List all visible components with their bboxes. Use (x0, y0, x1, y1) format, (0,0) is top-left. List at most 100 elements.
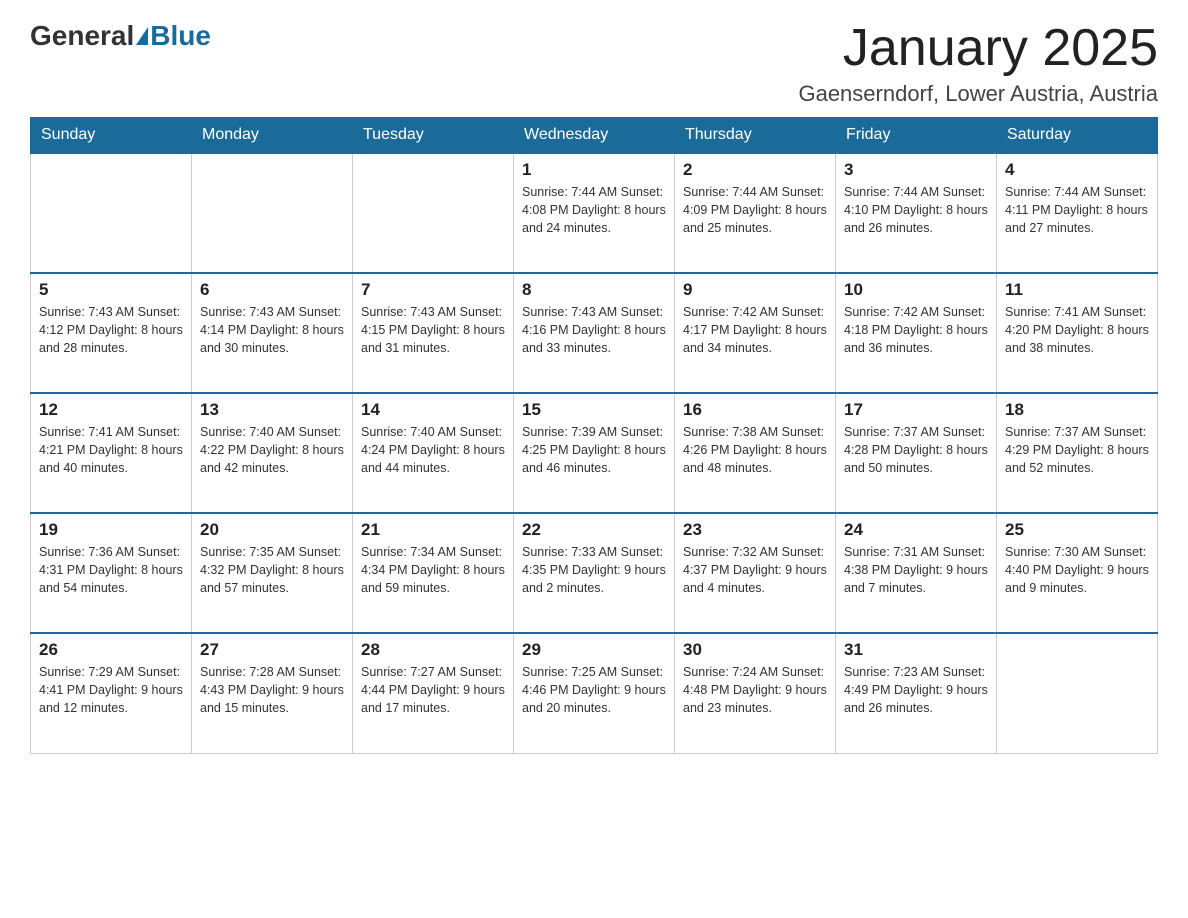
day-number: 21 (361, 520, 505, 540)
day-info: Sunrise: 7:37 AM Sunset: 4:28 PM Dayligh… (844, 423, 988, 477)
day-number: 4 (1005, 160, 1149, 180)
day-info: Sunrise: 7:33 AM Sunset: 4:35 PM Dayligh… (522, 543, 666, 597)
calendar-cell: 13 Sunrise: 7:40 AM Sunset: 4:22 PM Dayli… (192, 393, 353, 513)
day-info: Sunrise: 7:23 AM Sunset: 4:49 PM Dayligh… (844, 663, 988, 717)
calendar-week-row: 19 Sunrise: 7:36 AM Sunset: 4:31 PM Dayli… (31, 513, 1158, 633)
day-info: Sunrise: 7:42 AM Sunset: 4:17 PM Dayligh… (683, 303, 827, 357)
calendar-week-row: 26 Sunrise: 7:29 AM Sunset: 4:41 PM Dayli… (31, 633, 1158, 753)
calendar-cell: 4 Sunrise: 7:44 AM Sunset: 4:11 PM Daylig… (997, 153, 1158, 273)
day-info: Sunrise: 7:27 AM Sunset: 4:44 PM Dayligh… (361, 663, 505, 717)
day-number: 19 (39, 520, 183, 540)
calendar-header-row: SundayMondayTuesdayWednesdayThursdayFrid… (31, 118, 1158, 154)
day-info: Sunrise: 7:40 AM Sunset: 4:22 PM Dayligh… (200, 423, 344, 477)
calendar-cell: 23Sunrise: 7:32 AM Sunset: 4:37 PM Dayli… (675, 513, 836, 633)
day-info: Sunrise: 7:41 AM Sunset: 4:21 PM Dayligh… (39, 423, 183, 477)
calendar-cell: 15 Sunrise: 7:39 AM Sunset: 4:25 PM Dayli… (514, 393, 675, 513)
calendar-cell: 3 Sunrise: 7:44 AM Sunset: 4:10 PM Daylig… (836, 153, 997, 273)
logo-general-text: General (30, 20, 134, 52)
day-of-week-header: Tuesday (353, 118, 514, 154)
calendar-cell: 29Sunrise: 7:25 AM Sunset: 4:46 PM Dayli… (514, 633, 675, 753)
month-title: January 2025 (798, 20, 1158, 77)
day-number: 18 (1005, 400, 1149, 420)
day-number: 25 (1005, 520, 1149, 540)
calendar-cell: 28 Sunrise: 7:27 AM Sunset: 4:44 PM Dayli… (353, 633, 514, 753)
calendar-cell: 18 Sunrise: 7:37 AM Sunset: 4:29 PM Dayli… (997, 393, 1158, 513)
day-of-week-header: Thursday (675, 118, 836, 154)
day-info: Sunrise: 7:43 AM Sunset: 4:14 PM Dayligh… (200, 303, 344, 357)
day-number: 6 (200, 280, 344, 300)
day-info: Sunrise: 7:38 AM Sunset: 4:26 PM Dayligh… (683, 423, 827, 477)
calendar-cell (997, 633, 1158, 753)
calendar-cell: 11Sunrise: 7:41 AM Sunset: 4:20 PM Dayli… (997, 273, 1158, 393)
calendar-week-row: 1 Sunrise: 7:44 AM Sunset: 4:08 PM Daylig… (31, 153, 1158, 273)
day-number: 27 (200, 640, 344, 660)
calendar-cell (192, 153, 353, 273)
calendar-cell: 30 Sunrise: 7:24 AM Sunset: 4:48 PM Dayli… (675, 633, 836, 753)
day-info: Sunrise: 7:44 AM Sunset: 4:10 PM Dayligh… (844, 183, 988, 237)
day-number: 28 (361, 640, 505, 660)
day-info: Sunrise: 7:39 AM Sunset: 4:25 PM Dayligh… (522, 423, 666, 477)
calendar-cell: 1 Sunrise: 7:44 AM Sunset: 4:08 PM Daylig… (514, 153, 675, 273)
calendar-cell: 17Sunrise: 7:37 AM Sunset: 4:28 PM Dayli… (836, 393, 997, 513)
calendar-cell: 9 Sunrise: 7:42 AM Sunset: 4:17 PM Daylig… (675, 273, 836, 393)
day-number: 30 (683, 640, 827, 660)
calendar-cell: 16 Sunrise: 7:38 AM Sunset: 4:26 PM Dayli… (675, 393, 836, 513)
day-number: 12 (39, 400, 183, 420)
day-info: Sunrise: 7:34 AM Sunset: 4:34 PM Dayligh… (361, 543, 505, 597)
calendar-cell: 5 Sunrise: 7:43 AM Sunset: 4:12 PM Daylig… (31, 273, 192, 393)
day-number: 5 (39, 280, 183, 300)
calendar-cell (353, 153, 514, 273)
calendar-cell: 10 Sunrise: 7:42 AM Sunset: 4:18 PM Dayli… (836, 273, 997, 393)
calendar-cell: 27Sunrise: 7:28 AM Sunset: 4:43 PM Dayli… (192, 633, 353, 753)
day-number: 13 (200, 400, 344, 420)
calendar-table: SundayMondayTuesdayWednesdayThursdayFrid… (30, 117, 1158, 754)
calendar-cell: 25 Sunrise: 7:30 AM Sunset: 4:40 PM Dayli… (997, 513, 1158, 633)
calendar-cell: 14Sunrise: 7:40 AM Sunset: 4:24 PM Dayli… (353, 393, 514, 513)
day-info: Sunrise: 7:37 AM Sunset: 4:29 PM Dayligh… (1005, 423, 1149, 477)
day-info: Sunrise: 7:30 AM Sunset: 4:40 PM Dayligh… (1005, 543, 1149, 597)
calendar-cell (31, 153, 192, 273)
day-number: 9 (683, 280, 827, 300)
day-number: 10 (844, 280, 988, 300)
location-subtitle: Gaenserndorf, Lower Austria, Austria (798, 81, 1158, 107)
day-of-week-header: Sunday (31, 118, 192, 154)
day-number: 1 (522, 160, 666, 180)
calendar-cell: 31 Sunrise: 7:23 AM Sunset: 4:49 PM Dayli… (836, 633, 997, 753)
calendar-cell: 21 Sunrise: 7:34 AM Sunset: 4:34 PM Dayli… (353, 513, 514, 633)
day-info: Sunrise: 7:44 AM Sunset: 4:08 PM Dayligh… (522, 183, 666, 237)
calendar-cell: 7 Sunrise: 7:43 AM Sunset: 4:15 PM Daylig… (353, 273, 514, 393)
day-info: Sunrise: 7:44 AM Sunset: 4:11 PM Dayligh… (1005, 183, 1149, 237)
day-number: 26 (39, 640, 183, 660)
day-number: 3 (844, 160, 988, 180)
day-number: 29 (522, 640, 666, 660)
logo: General Blue (30, 20, 211, 52)
day-number: 7 (361, 280, 505, 300)
day-info: Sunrise: 7:29 AM Sunset: 4:41 PM Dayligh… (39, 663, 183, 717)
day-number: 23 (683, 520, 827, 540)
title-block: January 2025 Gaenserndorf, Lower Austria… (798, 20, 1158, 107)
day-info: Sunrise: 7:24 AM Sunset: 4:48 PM Dayligh… (683, 663, 827, 717)
day-info: Sunrise: 7:42 AM Sunset: 4:18 PM Dayligh… (844, 303, 988, 357)
day-of-week-header: Wednesday (514, 118, 675, 154)
day-info: Sunrise: 7:44 AM Sunset: 4:09 PM Dayligh… (683, 183, 827, 237)
page-header: General Blue January 2025 Gaenserndorf, … (30, 20, 1158, 107)
day-info: Sunrise: 7:31 AM Sunset: 4:38 PM Dayligh… (844, 543, 988, 597)
logo-triangle-icon (136, 27, 148, 45)
day-of-week-header: Monday (192, 118, 353, 154)
logo-blue-text: Blue (150, 20, 211, 52)
calendar-cell: 12 Sunrise: 7:41 AM Sunset: 4:21 PM Dayli… (31, 393, 192, 513)
day-info: Sunrise: 7:43 AM Sunset: 4:16 PM Dayligh… (522, 303, 666, 357)
day-number: 31 (844, 640, 988, 660)
calendar-cell: 24Sunrise: 7:31 AM Sunset: 4:38 PM Dayli… (836, 513, 997, 633)
day-number: 16 (683, 400, 827, 420)
day-number: 20 (200, 520, 344, 540)
calendar-cell: 20 Sunrise: 7:35 AM Sunset: 4:32 PM Dayli… (192, 513, 353, 633)
calendar-cell: 6 Sunrise: 7:43 AM Sunset: 4:14 PM Daylig… (192, 273, 353, 393)
day-info: Sunrise: 7:43 AM Sunset: 4:15 PM Dayligh… (361, 303, 505, 357)
day-info: Sunrise: 7:43 AM Sunset: 4:12 PM Dayligh… (39, 303, 183, 357)
day-info: Sunrise: 7:36 AM Sunset: 4:31 PM Dayligh… (39, 543, 183, 597)
day-of-week-header: Saturday (997, 118, 1158, 154)
day-info: Sunrise: 7:35 AM Sunset: 4:32 PM Dayligh… (200, 543, 344, 597)
calendar-cell: 26 Sunrise: 7:29 AM Sunset: 4:41 PM Dayli… (31, 633, 192, 753)
day-number: 15 (522, 400, 666, 420)
